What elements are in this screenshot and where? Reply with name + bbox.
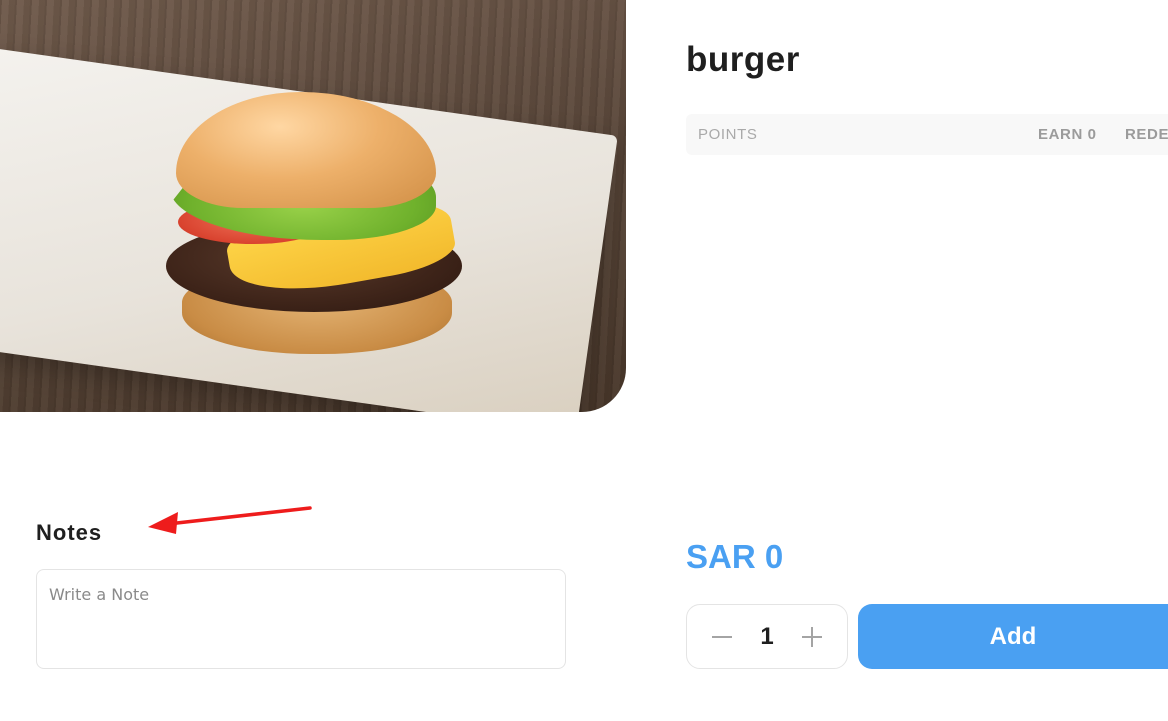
points-earn: EARN 0	[1038, 126, 1097, 143]
product-title: burger	[686, 40, 800, 79]
price-display: SAR 0	[686, 538, 784, 575]
notes-input[interactable]	[36, 569, 566, 669]
notes-label: Notes	[36, 520, 103, 545]
points-redeem[interactable]: REDEE	[1125, 126, 1168, 143]
quantity-stepper: 1	[686, 604, 848, 669]
annotation-arrow-icon	[148, 506, 312, 534]
product-detail-page: burger POINTS EARN 0 REDEE Notes SAR 0 1…	[0, 0, 1168, 721]
minus-icon[interactable]	[707, 622, 737, 652]
points-label: POINTS	[698, 126, 758, 143]
plus-icon[interactable]	[797, 622, 827, 652]
product-image	[0, 0, 626, 412]
add-to-cart-button[interactable]: Add	[858, 604, 1168, 669]
points-bar: POINTS EARN 0 REDEE	[686, 114, 1168, 155]
quantity-value: 1	[760, 622, 774, 650]
add-button-label: Add	[989, 622, 1037, 650]
